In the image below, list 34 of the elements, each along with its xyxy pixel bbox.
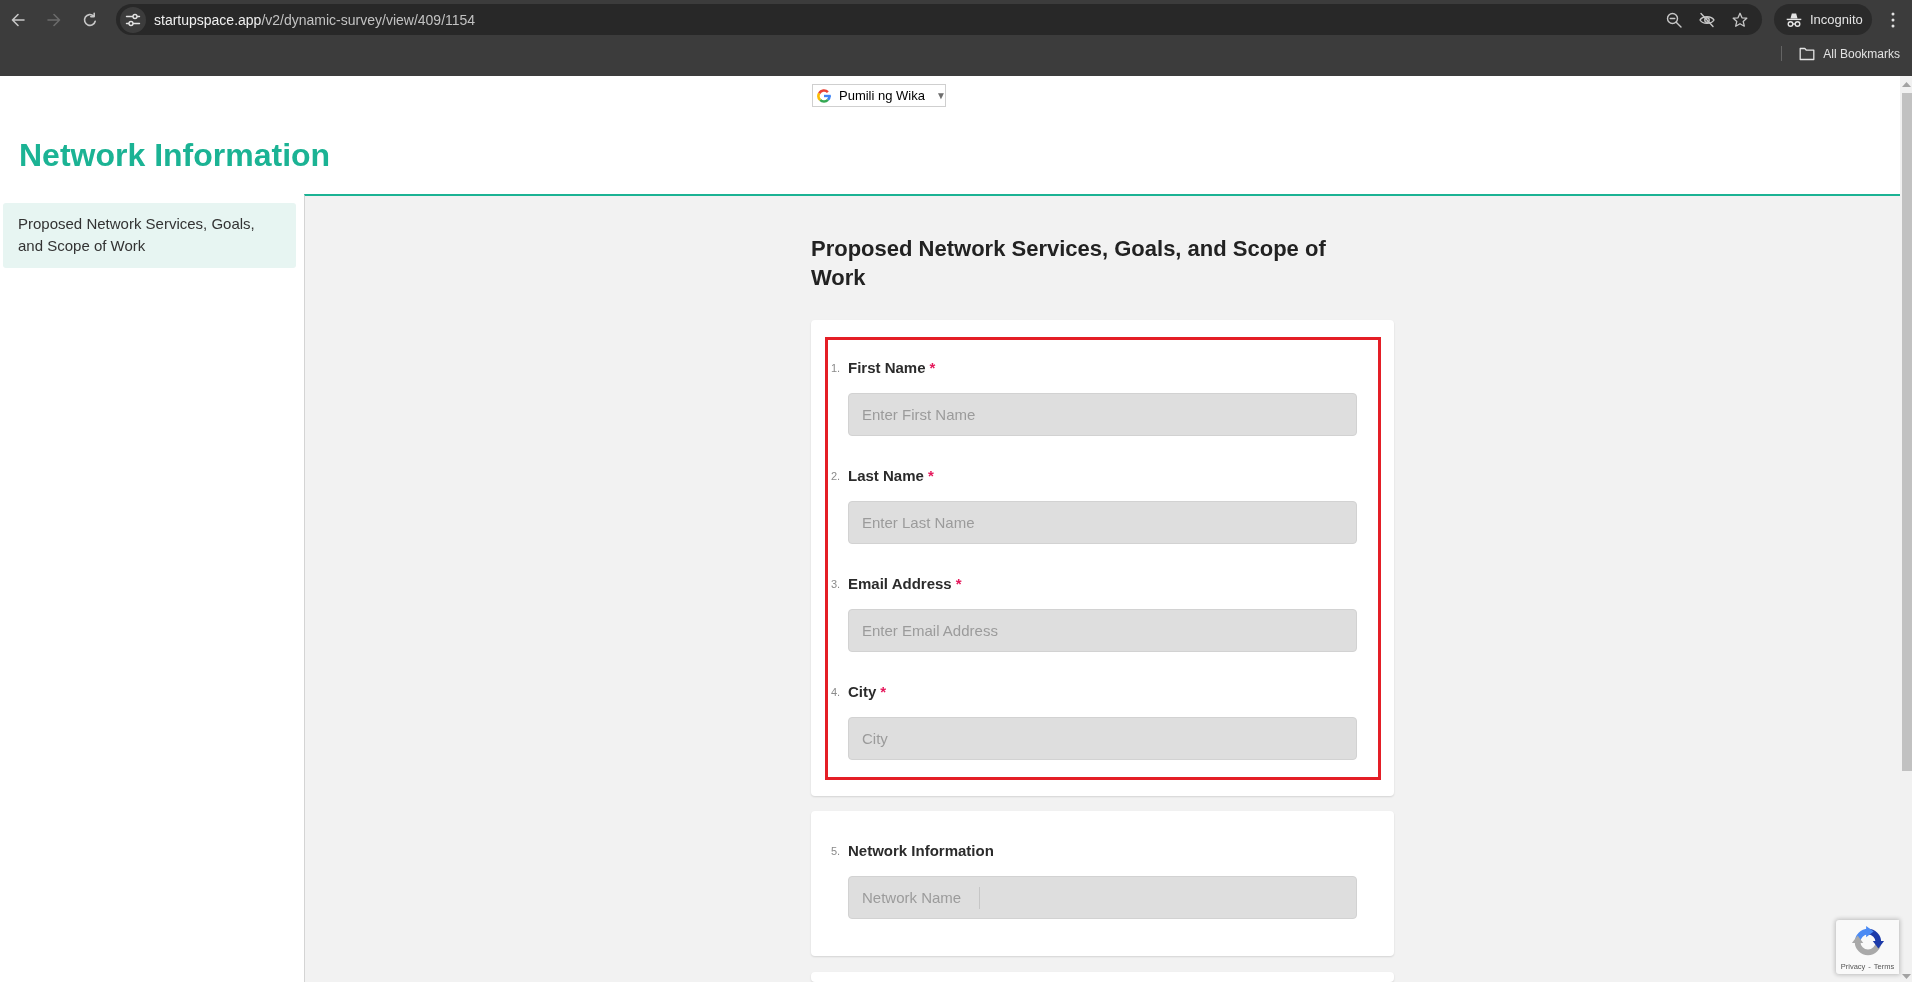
question-label: Email Address *	[848, 574, 962, 594]
language-select[interactable]: Pumili ng Wika ▼	[812, 84, 946, 107]
text-field[interactable]: Enter First Name	[848, 393, 1357, 436]
scrollbar-thumb[interactable]	[1902, 93, 1912, 771]
g-logo-icon	[816, 87, 832, 104]
profile-button[interactable]: Incognito	[1774, 4, 1872, 35]
all-bookmarks-button[interactable]: All Bookmarks	[1799, 44, 1900, 63]
question-number: 4.	[831, 685, 842, 700]
question-number: 2.	[831, 469, 842, 484]
reload-icon[interactable]	[82, 11, 98, 28]
text-field[interactable]: City	[848, 717, 1357, 760]
question-label: First Name *	[848, 358, 936, 378]
eye-slash-icon[interactable]	[1699, 11, 1715, 28]
zoom-out-icon[interactable]	[1666, 11, 1682, 28]
page-title: Network Information	[19, 136, 331, 175]
sidebar-item[interactable]: Proposed Network Services, Goals, and Scope of Work	[3, 203, 296, 268]
question-label: City *	[848, 682, 887, 702]
text-field[interactable]: Enter Last Name	[848, 501, 1357, 544]
star-icon[interactable]	[1732, 11, 1748, 28]
question-number: 5.	[831, 844, 842, 859]
folder-icon	[1799, 45, 1816, 62]
question-label: Network Information	[848, 841, 994, 861]
question-label: Last Name *	[848, 466, 934, 486]
tune-icon[interactable]	[120, 6, 146, 33]
back-arrow-icon[interactable]	[10, 11, 26, 28]
address-bar[interactable]: startupspace.app/v2/dynamic-survey/view/409/1154	[116, 4, 1762, 35]
section-title: Proposed Network Services, Goals, and Scope of Work	[811, 235, 1327, 292]
incognito-icon	[1786, 11, 1802, 28]
menu-icon[interactable]	[1890, 11, 1896, 28]
text-field[interactable]: Network Name	[848, 876, 1357, 919]
text-field[interactable]: Enter Email Address	[848, 609, 1357, 652]
question-number: 3.	[831, 577, 842, 592]
scrollbar[interactable]	[1900, 76, 1912, 982]
question-number: 1.	[831, 361, 842, 376]
